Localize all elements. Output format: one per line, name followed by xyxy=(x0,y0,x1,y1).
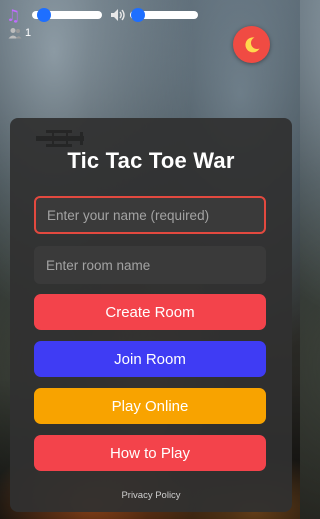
page-title: Tic Tac Toe War xyxy=(67,148,235,173)
player-name-input[interactable] xyxy=(34,196,266,234)
audio-controls: ♫ xyxy=(6,6,294,26)
how-to-play-button[interactable]: How to Play xyxy=(34,435,266,471)
join-room-button[interactable]: Join Room xyxy=(34,341,266,377)
sound-volume-slider[interactable] xyxy=(130,8,198,22)
player-count: 1 xyxy=(25,27,32,39)
play-online-button[interactable]: Play Online xyxy=(34,388,266,424)
music-note-icon[interactable]: ♫ xyxy=(6,6,26,26)
moon-icon xyxy=(244,36,259,52)
music-volume-slider[interactable] xyxy=(32,8,102,22)
create-room-button[interactable]: Create Room xyxy=(34,294,266,330)
speaker-icon[interactable] xyxy=(109,6,127,24)
users-icon xyxy=(8,28,22,39)
sound-volume-knob[interactable] xyxy=(131,8,146,22)
music-volume-knob[interactable] xyxy=(37,8,51,22)
main-menu-card: Tic Tac Toe War Create Room Join Room Pl… xyxy=(10,118,292,512)
privacy-policy-link[interactable]: Privacy Policy xyxy=(10,490,292,501)
room-name-input[interactable] xyxy=(34,246,266,284)
theme-toggle-button[interactable] xyxy=(233,26,270,63)
online-players-indicator: 1 xyxy=(8,26,31,40)
